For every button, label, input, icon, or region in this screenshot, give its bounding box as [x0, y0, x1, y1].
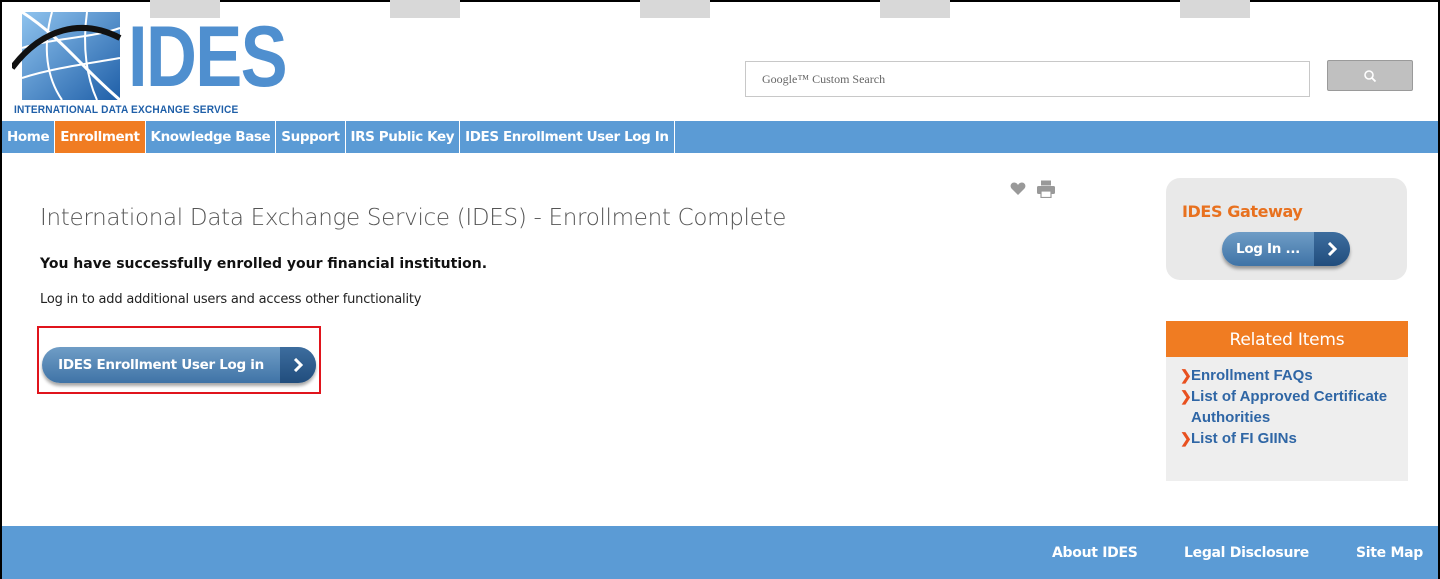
main-nav: Home Enrollment Knowledge Base Support I…: [2, 121, 1438, 153]
chevron-right-icon: [280, 347, 316, 383]
chevron-right-icon: [1314, 232, 1350, 266]
logo-wordmark: IDES: [128, 9, 288, 105]
related-items-panel: Related Items ❯ Enrollment FAQs ❯ List o…: [1166, 321, 1408, 481]
gateway-login-button[interactable]: Log In ...: [1222, 232, 1350, 266]
watermark-shape: [880, 0, 950, 18]
gateway-title: IDES Gateway: [1182, 202, 1303, 221]
related-link-approved-cas[interactable]: ❯ List of Approved Certificate Authoriti…: [1180, 386, 1408, 428]
search-input[interactable]: Google™ Custom Search: [745, 61, 1310, 97]
login-instructions: Log in to add additional users and acces…: [40, 292, 422, 307]
nav-item-irs-public-key[interactable]: IRS Public Key: [346, 121, 461, 153]
related-link-fi-giins[interactable]: ❯ List of FI GIINs: [1180, 428, 1408, 449]
related-link-label: List of FI GIINs: [1191, 430, 1297, 447]
logo-subtitle: INTERNATIONAL DATA EXCHANGE SERVICE: [14, 104, 239, 116]
page-title: International Data Exchange Service (IDE…: [40, 205, 787, 231]
footer: About IDES Legal Disclosure Site Map: [2, 526, 1438, 579]
enrollment-login-button[interactable]: IDES Enrollment User Log in: [42, 347, 316, 383]
search-button[interactable]: [1327, 60, 1413, 91]
search-icon: [1364, 69, 1377, 82]
arrow-right-icon: ❯: [1180, 430, 1192, 446]
footer-link-site-map[interactable]: Site Map: [1356, 545, 1423, 561]
watermark-shape: [1180, 0, 1250, 18]
nav-item-knowledge-base[interactable]: Knowledge Base: [146, 121, 277, 153]
footer-link-legal[interactable]: Legal Disclosure: [1184, 545, 1309, 561]
arrow-right-icon: ❯: [1180, 367, 1192, 383]
watermark-shape: [390, 0, 460, 18]
nav-item-enrollment[interactable]: Enrollment: [55, 121, 146, 153]
arrow-right-icon: ❯: [1180, 388, 1192, 404]
print-icon[interactable]: [1036, 180, 1056, 198]
related-items-title: Related Items: [1166, 321, 1408, 357]
ides-logo[interactable]: IDES INTERNATIONAL DATA EXCHANGE SERVICE: [12, 8, 288, 118]
related-link-label: List of Approved Certificate Authorities: [1191, 388, 1388, 426]
page-tools: [1010, 180, 1056, 198]
watermark-shape: [640, 0, 710, 18]
related-link-label: Enrollment FAQs: [1191, 367, 1313, 384]
related-link-enrollment-faqs[interactable]: ❯ Enrollment FAQs: [1180, 365, 1408, 386]
heart-icon[interactable]: [1010, 182, 1026, 196]
success-message: You have successfully enrolled your fina…: [40, 256, 488, 272]
nav-item-support[interactable]: Support: [276, 121, 346, 153]
enrollment-login-button-label: IDES Enrollment User Log in: [58, 357, 264, 373]
globe-icon: [12, 10, 122, 102]
footer-link-about[interactable]: About IDES: [1052, 545, 1138, 561]
nav-item-home[interactable]: Home: [2, 121, 56, 153]
nav-item-enrollment-login[interactable]: IDES Enrollment User Log In: [460, 121, 675, 153]
gateway-login-button-label: Log In ...: [1236, 241, 1300, 257]
related-items-list: ❯ Enrollment FAQs ❯ List of Approved Cer…: [1166, 357, 1408, 449]
